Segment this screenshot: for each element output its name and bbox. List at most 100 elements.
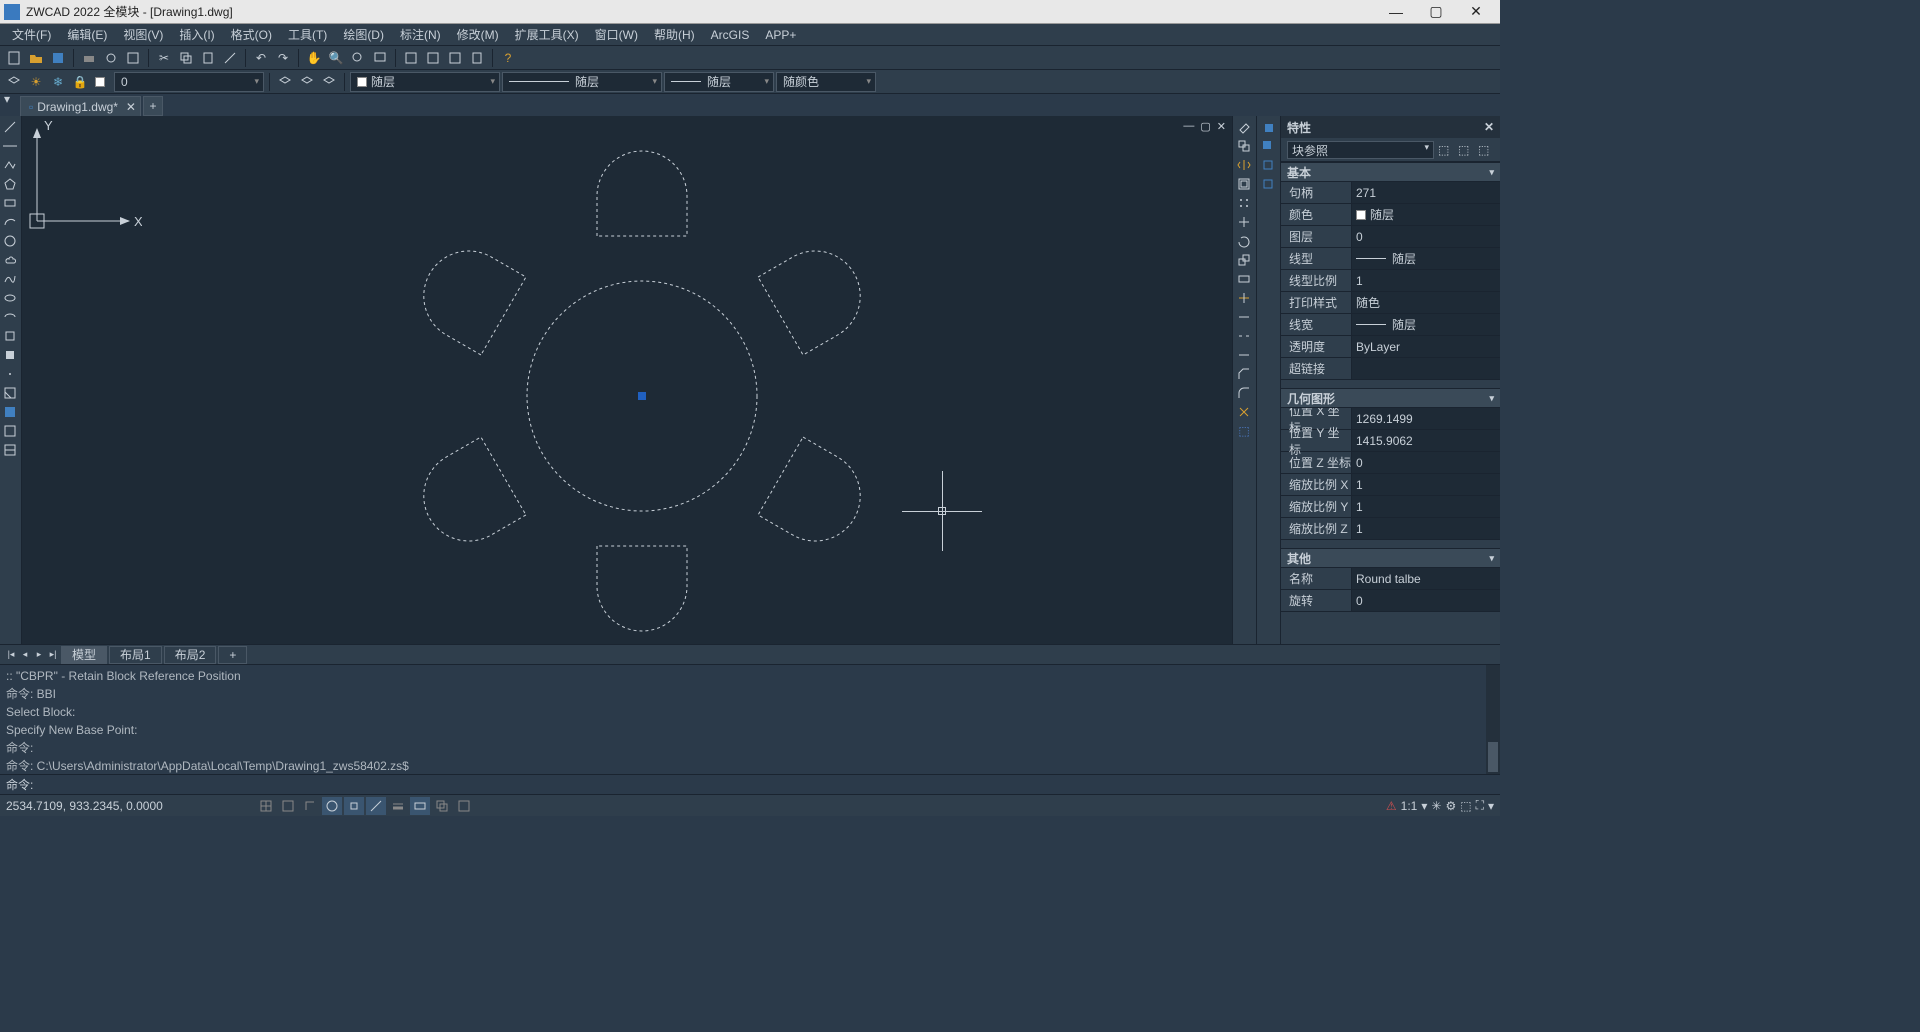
scale-display[interactable]: 1:1 xyxy=(1401,799,1418,813)
property-row[interactable]: 图层0 xyxy=(1281,226,1500,248)
arc-icon[interactable] xyxy=(0,213,20,231)
send-back-icon[interactable] xyxy=(1257,137,1279,155)
properties-close-icon[interactable]: ✕ xyxy=(1484,120,1494,134)
property-value[interactable]: 随层 xyxy=(1351,248,1500,269)
menu-dimension[interactable]: 标注(N) xyxy=(392,26,449,43)
layer-prev-icon[interactable] xyxy=(275,72,295,92)
command-input[interactable] xyxy=(37,777,1494,792)
menu-edit[interactable]: 编辑(E) xyxy=(59,26,115,43)
property-value[interactable]: 1415.9062 xyxy=(1351,430,1500,451)
paste-icon[interactable] xyxy=(198,48,218,68)
copy-icon[interactable] xyxy=(176,48,196,68)
property-value[interactable]: 1 xyxy=(1351,270,1500,291)
menu-tools[interactable]: 工具(T) xyxy=(280,26,335,43)
property-value[interactable]: 0 xyxy=(1351,226,1500,247)
ellipse-icon[interactable] xyxy=(0,289,20,307)
polygon-icon[interactable] xyxy=(0,175,20,193)
open-icon[interactable] xyxy=(26,48,46,68)
point-icon[interactable] xyxy=(0,365,20,383)
hatch-icon[interactable] xyxy=(0,384,20,402)
selection-type-dropdown[interactable]: 块参照 xyxy=(1287,141,1434,159)
toggle-pickadd-icon[interactable]: ⬚ xyxy=(1478,143,1494,157)
section-basic[interactable]: 基本 xyxy=(1281,162,1500,182)
menu-app[interactable]: APP+ xyxy=(757,28,804,42)
new-tab-button[interactable]: + xyxy=(143,96,163,116)
scale-icon[interactable] xyxy=(1233,251,1255,269)
layout-prev-icon[interactable]: ◂ xyxy=(18,649,32,660)
property-value[interactable]: 随层 xyxy=(1351,314,1500,335)
property-row[interactable]: 打印样式随色 xyxy=(1281,292,1500,314)
table-icon[interactable] xyxy=(0,441,20,459)
array-icon[interactable] xyxy=(1233,194,1255,212)
property-value[interactable]: 271 xyxy=(1351,182,1500,203)
ellipse-arc-icon[interactable] xyxy=(0,308,20,326)
property-row[interactable]: 位置 Z 坐标0 xyxy=(1281,452,1500,474)
region-icon[interactable] xyxy=(0,422,20,440)
linetype-dropdown[interactable]: 随层 xyxy=(502,72,662,92)
menu-express[interactable]: 扩展工具(X) xyxy=(507,26,587,43)
cut-icon[interactable]: ✂ xyxy=(154,48,174,68)
zoom-prev-icon[interactable] xyxy=(348,48,368,68)
move-icon[interactable] xyxy=(1233,213,1255,231)
osnap-toggle[interactable] xyxy=(344,797,364,815)
property-value[interactable]: 0 xyxy=(1351,452,1500,473)
layout-tab-2[interactable]: 布局2 xyxy=(164,646,217,664)
spline-icon[interactable] xyxy=(0,270,20,288)
annoscale-icon[interactable]: ⚠ xyxy=(1386,799,1397,813)
save-icon[interactable] xyxy=(48,48,68,68)
layer-dropdown[interactable]: 随层 xyxy=(350,72,500,92)
layer-color-icon[interactable] xyxy=(92,72,112,92)
zoom-window-icon[interactable] xyxy=(370,48,390,68)
properties-icon[interactable] xyxy=(401,48,421,68)
property-row[interactable]: 线型比例1 xyxy=(1281,270,1500,292)
layer-iso-icon[interactable] xyxy=(297,72,317,92)
publish-icon[interactable] xyxy=(123,48,143,68)
bring-front-icon[interactable] xyxy=(1257,118,1279,136)
property-value[interactable] xyxy=(1351,358,1500,379)
lineweight-dropdown[interactable]: 随层 xyxy=(664,72,774,92)
layer-state-icon[interactable]: ☀ xyxy=(26,72,46,92)
property-row[interactable]: 名称Round talbe xyxy=(1281,568,1500,590)
model-toggle[interactable] xyxy=(454,797,474,815)
align-icon[interactable]: ⬚ xyxy=(1233,422,1255,440)
plotstyle-dropdown[interactable]: 随颜色 xyxy=(776,72,876,92)
layer-freeze-icon[interactable]: ❄ xyxy=(48,72,68,92)
new-icon[interactable] xyxy=(4,48,24,68)
property-value[interactable]: 0 xyxy=(1351,590,1500,611)
layer-lock-icon[interactable]: 🔒 xyxy=(70,72,90,92)
current-layer-dropdown[interactable]: 0 xyxy=(114,72,264,92)
preview-icon[interactable] xyxy=(101,48,121,68)
quick-select-icon[interactable]: ⬚ xyxy=(1438,143,1454,157)
property-row[interactable]: 透明度ByLayer xyxy=(1281,336,1500,358)
menu-arcgis[interactable]: ArcGIS xyxy=(703,28,758,42)
layout-tab-model[interactable]: 模型 xyxy=(61,646,107,664)
layout-next-icon[interactable]: ▸ xyxy=(32,649,46,660)
menu-draw[interactable]: 绘图(D) xyxy=(335,26,392,43)
line-icon[interactable] xyxy=(0,118,20,136)
otrack-toggle[interactable] xyxy=(366,797,386,815)
bring-above-icon[interactable] xyxy=(1257,156,1279,174)
fillet-icon[interactable] xyxy=(1233,384,1255,402)
trim-icon[interactable] xyxy=(1233,289,1255,307)
offset-icon[interactable] xyxy=(1233,175,1255,193)
polar-toggle[interactable] xyxy=(322,797,342,815)
design-center-icon[interactable] xyxy=(423,48,443,68)
property-row[interactable]: 颜色随层 xyxy=(1281,204,1500,226)
menu-help[interactable]: 帮助(H) xyxy=(646,26,703,43)
close-button[interactable]: ✕ xyxy=(1456,3,1496,20)
rectangle-icon[interactable] xyxy=(0,194,20,212)
extend-icon[interactable] xyxy=(1233,308,1255,326)
menu-view[interactable]: 视图(V) xyxy=(115,26,171,43)
calculator-icon[interactable] xyxy=(467,48,487,68)
section-geometry[interactable]: 几何图形 xyxy=(1281,388,1500,408)
property-value[interactable]: 1 xyxy=(1351,496,1500,517)
tab-list-icon[interactable]: ▾ xyxy=(4,92,10,106)
make-block-icon[interactable] xyxy=(0,346,20,364)
property-value[interactable]: 1 xyxy=(1351,474,1500,495)
mirror-icon[interactable] xyxy=(1233,156,1255,174)
menu-format[interactable]: 格式(O) xyxy=(223,26,280,43)
explode-icon[interactable] xyxy=(1233,403,1255,421)
revcloud-icon[interactable] xyxy=(0,251,20,269)
customize-icon[interactable]: ▾ xyxy=(1488,799,1494,813)
property-value[interactable]: 随层 xyxy=(1351,204,1500,225)
